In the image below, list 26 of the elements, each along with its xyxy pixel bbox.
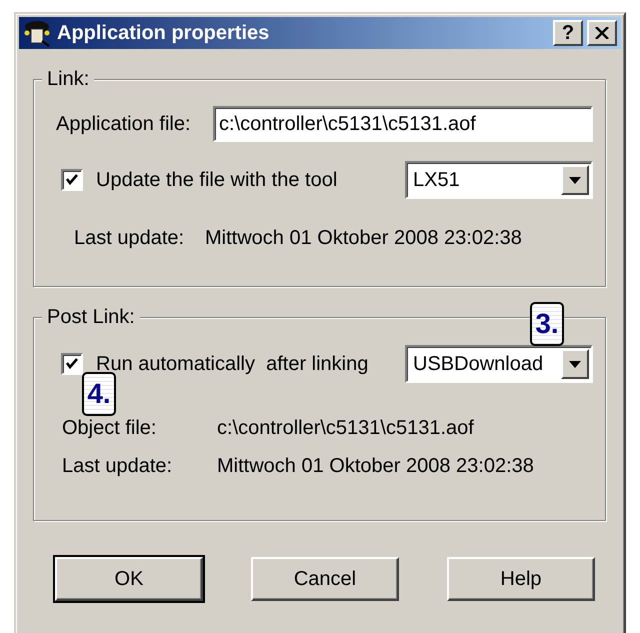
checkbox[interactable]: [61, 353, 83, 375]
field-label: Object file:: [62, 416, 158, 440]
step-callout: 3.: [530, 302, 564, 346]
dialog-button[interactable]: Help: [447, 557, 595, 601]
field-label: Last update:: [74, 226, 186, 250]
checkbox-label: Update the file with the tool: [96, 168, 338, 192]
close-button[interactable]: [587, 20, 617, 46]
checkmark-icon[interactable]: [65, 357, 79, 371]
field-value: Mittwoch 01 Oktober 2008 23:02:38: [205, 226, 522, 250]
checkmark-icon[interactable]: [65, 173, 79, 187]
field-value: c:\controller\c5131\c5131.aof: [217, 416, 474, 440]
checkbox[interactable]: [61, 169, 83, 191]
input-field[interactable]: c:\controller\c5131\c5131.aof: [213, 106, 593, 142]
help-button[interactable]: ?: [553, 20, 583, 46]
dropdown-arrow-icon[interactable]: [569, 360, 581, 368]
dialog-button[interactable]: Cancel: [251, 557, 399, 601]
close-icon[interactable]: [595, 27, 609, 39]
dropdown[interactable]: LX51: [405, 161, 593, 199]
window-title: Application properties: [57, 22, 270, 44]
dropdown-arrow-icon[interactable]: [569, 176, 581, 184]
field-value: Mittwoch 01 Oktober 2008 23:02:38: [217, 454, 534, 478]
step-callout: 4.: [82, 372, 116, 416]
dropdown[interactable]: USBDownload: [405, 345, 593, 383]
dialog-button[interactable]: OK: [55, 557, 203, 601]
field-label: Last update:: [62, 454, 174, 478]
field-label: Application file:: [56, 112, 191, 136]
